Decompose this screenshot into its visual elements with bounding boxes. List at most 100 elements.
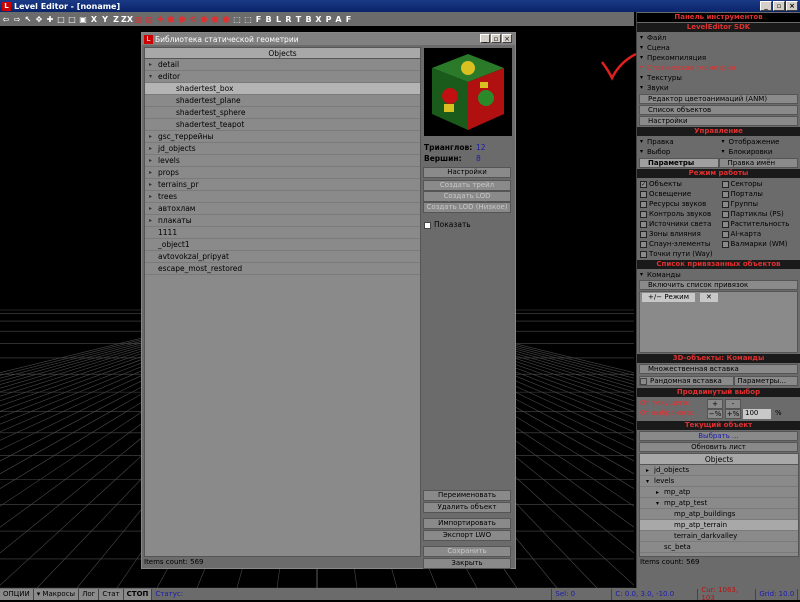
mode-checkbox[interactable] xyxy=(722,191,729,198)
rename-button[interactable]: Переименовать xyxy=(423,490,511,501)
restore-button[interactable]: ▫ xyxy=(773,1,785,11)
mode-checkbox-row[interactable]: Контроль звуков xyxy=(637,209,719,219)
tree-item[interactable]: ▸detail xyxy=(145,59,420,71)
view-button-8[interactable]: A xyxy=(334,13,343,25)
tree-item[interactable]: ▸jd_objects xyxy=(145,143,420,155)
mode-checkbox[interactable] xyxy=(640,211,647,218)
tree-item[interactable]: avtovokzal_pripyat xyxy=(145,251,420,263)
toolbar-button-4[interactable]: ✚ xyxy=(45,13,55,25)
panel-menu-item[interactable]: ▾Файл xyxy=(637,33,800,43)
panel-menu-item[interactable]: ▾Прекомпиляция xyxy=(637,53,800,63)
toolbar-button-7[interactable]: ▣ xyxy=(78,13,88,25)
mode-checkbox-row[interactable]: Спаун-элементы xyxy=(637,239,719,249)
view-button-5[interactable]: B xyxy=(304,13,313,25)
control-menu-item[interactable]: ▾Правка xyxy=(637,137,719,147)
multi-insert-button[interactable]: Множественная вставка xyxy=(639,364,798,374)
tab-name-edit[interactable]: Правка имён xyxy=(719,158,799,168)
mode-checkbox-row[interactable]: Валмарки (WM) xyxy=(719,239,800,249)
tree-item[interactable]: ▸плакаты xyxy=(145,215,420,227)
tree-item[interactable]: ▾levels xyxy=(640,476,798,487)
mode-checkbox-row[interactable]: Секторы xyxy=(719,179,800,189)
stat-button[interactable]: Стат xyxy=(99,589,123,600)
export-lwo-button[interactable]: Экспорт LWO xyxy=(423,530,511,541)
mode-checkbox[interactable] xyxy=(722,221,729,228)
mode-checkbox-row[interactable]: Ресурсы звуков xyxy=(637,199,719,209)
save-button[interactable]: Сохранить xyxy=(423,546,511,557)
view-button-1[interactable]: B xyxy=(264,13,273,25)
panel-menu-item[interactable]: ▾Текстуры xyxy=(637,73,800,83)
toolbar-button-19[interactable]: ⬟ xyxy=(210,13,220,25)
mode-tab[interactable]: +/− Режим xyxy=(642,293,695,302)
chevron-right-icon[interactable]: ▸ xyxy=(149,131,158,143)
control-menu-item[interactable]: ▾Отображение xyxy=(719,137,800,147)
view-button-3[interactable]: R xyxy=(284,13,293,25)
close-button[interactable]: × xyxy=(786,1,798,11)
view-button-4[interactable]: T xyxy=(294,13,303,25)
toolbar-button-0[interactable]: ⇦ xyxy=(1,13,11,25)
view-button-6[interactable]: X xyxy=(314,13,323,25)
tree-item[interactable]: 1111 xyxy=(145,227,420,239)
toolbar-button-1[interactable]: ⇨ xyxy=(12,13,22,25)
toolbar-button-10[interactable]: Z xyxy=(111,13,121,25)
chevron-down-icon[interactable]: ▾ xyxy=(646,476,654,487)
mode-checkbox[interactable] xyxy=(640,221,647,228)
close-dialog-button[interactable]: Закрыть xyxy=(423,558,511,569)
mode-checkbox[interactable] xyxy=(722,241,729,248)
commands-row[interactable]: ▾Команды xyxy=(637,270,800,280)
tree-item[interactable]: sc_beta xyxy=(640,542,798,553)
toolbar-button-14[interactable]: ✚ xyxy=(155,13,165,25)
toolbar-button-21[interactable]: ⬚ xyxy=(232,13,242,25)
log-button[interactable]: Лог xyxy=(79,589,99,600)
tree-item[interactable]: ▸mp_atp xyxy=(640,487,798,498)
show-checkbox[interactable] xyxy=(424,222,431,229)
view-button-7[interactable]: P xyxy=(324,13,333,25)
mode-checkbox-row[interactable]: Зоны влияния xyxy=(637,229,719,239)
make-lod-low-button[interactable]: Создать LOD (Низкое) xyxy=(423,202,511,213)
chevron-right-icon[interactable]: ▸ xyxy=(149,179,158,191)
tree-item[interactable]: ▸levels xyxy=(145,155,420,167)
view-button-0[interactable]: F xyxy=(254,13,263,25)
chevron-right-icon[interactable]: ▸ xyxy=(656,487,664,498)
chevron-down-icon[interactable]: ▾ xyxy=(656,498,664,509)
view-button-2[interactable]: L xyxy=(274,13,283,25)
tree-item[interactable]: mp_atp_terrain xyxy=(640,520,798,531)
chevron-down-icon[interactable]: ▾ xyxy=(149,71,158,83)
chevron-right-icon[interactable]: ▸ xyxy=(149,143,158,155)
panel-menu-item[interactable]: ▾Сцена xyxy=(637,43,800,53)
tree-item[interactable]: ▾editor xyxy=(145,71,420,83)
macros-button[interactable]: ▾ Макросы xyxy=(34,589,79,600)
delete-object-button[interactable]: Удалить объект xyxy=(423,502,511,513)
mode-close-tab[interactable]: ✕ xyxy=(700,293,718,302)
tree-item[interactable]: ▸terrains_pr xyxy=(145,179,420,191)
panel-tool-button[interactable]: Настройки xyxy=(639,116,798,126)
tree-item[interactable]: escape_most_restored xyxy=(145,263,420,275)
toolbar-button-12[interactable]: ▧ xyxy=(133,13,143,25)
select-object-button[interactable]: Выбрать ... xyxy=(639,431,798,441)
mode-checkbox[interactable] xyxy=(722,211,729,218)
chevron-right-icon[interactable]: ▸ xyxy=(149,155,158,167)
mode-checkbox-row[interactable]: Источники света xyxy=(637,219,719,229)
control-menu-item[interactable]: ▾Выбор xyxy=(637,147,719,157)
mode-checkbox[interactable] xyxy=(722,231,729,238)
toolbar-button-3[interactable]: ✥ xyxy=(34,13,44,25)
panel-menu-item[interactable]: ▾Звуки xyxy=(637,83,800,93)
toolbar-button-22[interactable]: ⬚ xyxy=(243,13,253,25)
tree-item[interactable]: shadertest_box xyxy=(145,83,420,95)
make-thumbnail-button[interactable]: Создать трейл xyxy=(423,180,511,191)
mode-checkbox-row[interactable]: Порталы xyxy=(719,189,800,199)
toolbar-button-18[interactable]: ⬟ xyxy=(199,13,209,25)
mode-checkbox[interactable] xyxy=(722,201,729,208)
minus-percent-button[interactable]: −% xyxy=(707,409,723,419)
toolbar-button-11[interactable]: ZX xyxy=(122,13,132,25)
mode-checkbox[interactable] xyxy=(640,251,647,258)
panel-tool-button[interactable]: Редактор цветоанимаций (ANM) xyxy=(639,94,798,104)
tree-item[interactable]: ▸jd_objects xyxy=(640,465,798,476)
panel-menu-item[interactable]: ▾Статическая геометрия xyxy=(637,63,800,73)
options-button[interactable]: ОПЦИИ xyxy=(0,589,34,600)
mode-checkbox[interactable] xyxy=(640,201,647,208)
tree-item[interactable]: shadertest_plane xyxy=(145,95,420,107)
mode-checkbox[interactable] xyxy=(640,231,647,238)
mode-checkbox[interactable] xyxy=(640,191,647,198)
mode-checkbox-row[interactable]: Группы xyxy=(719,199,800,209)
toolbar-button-16[interactable]: ⬟ xyxy=(177,13,187,25)
